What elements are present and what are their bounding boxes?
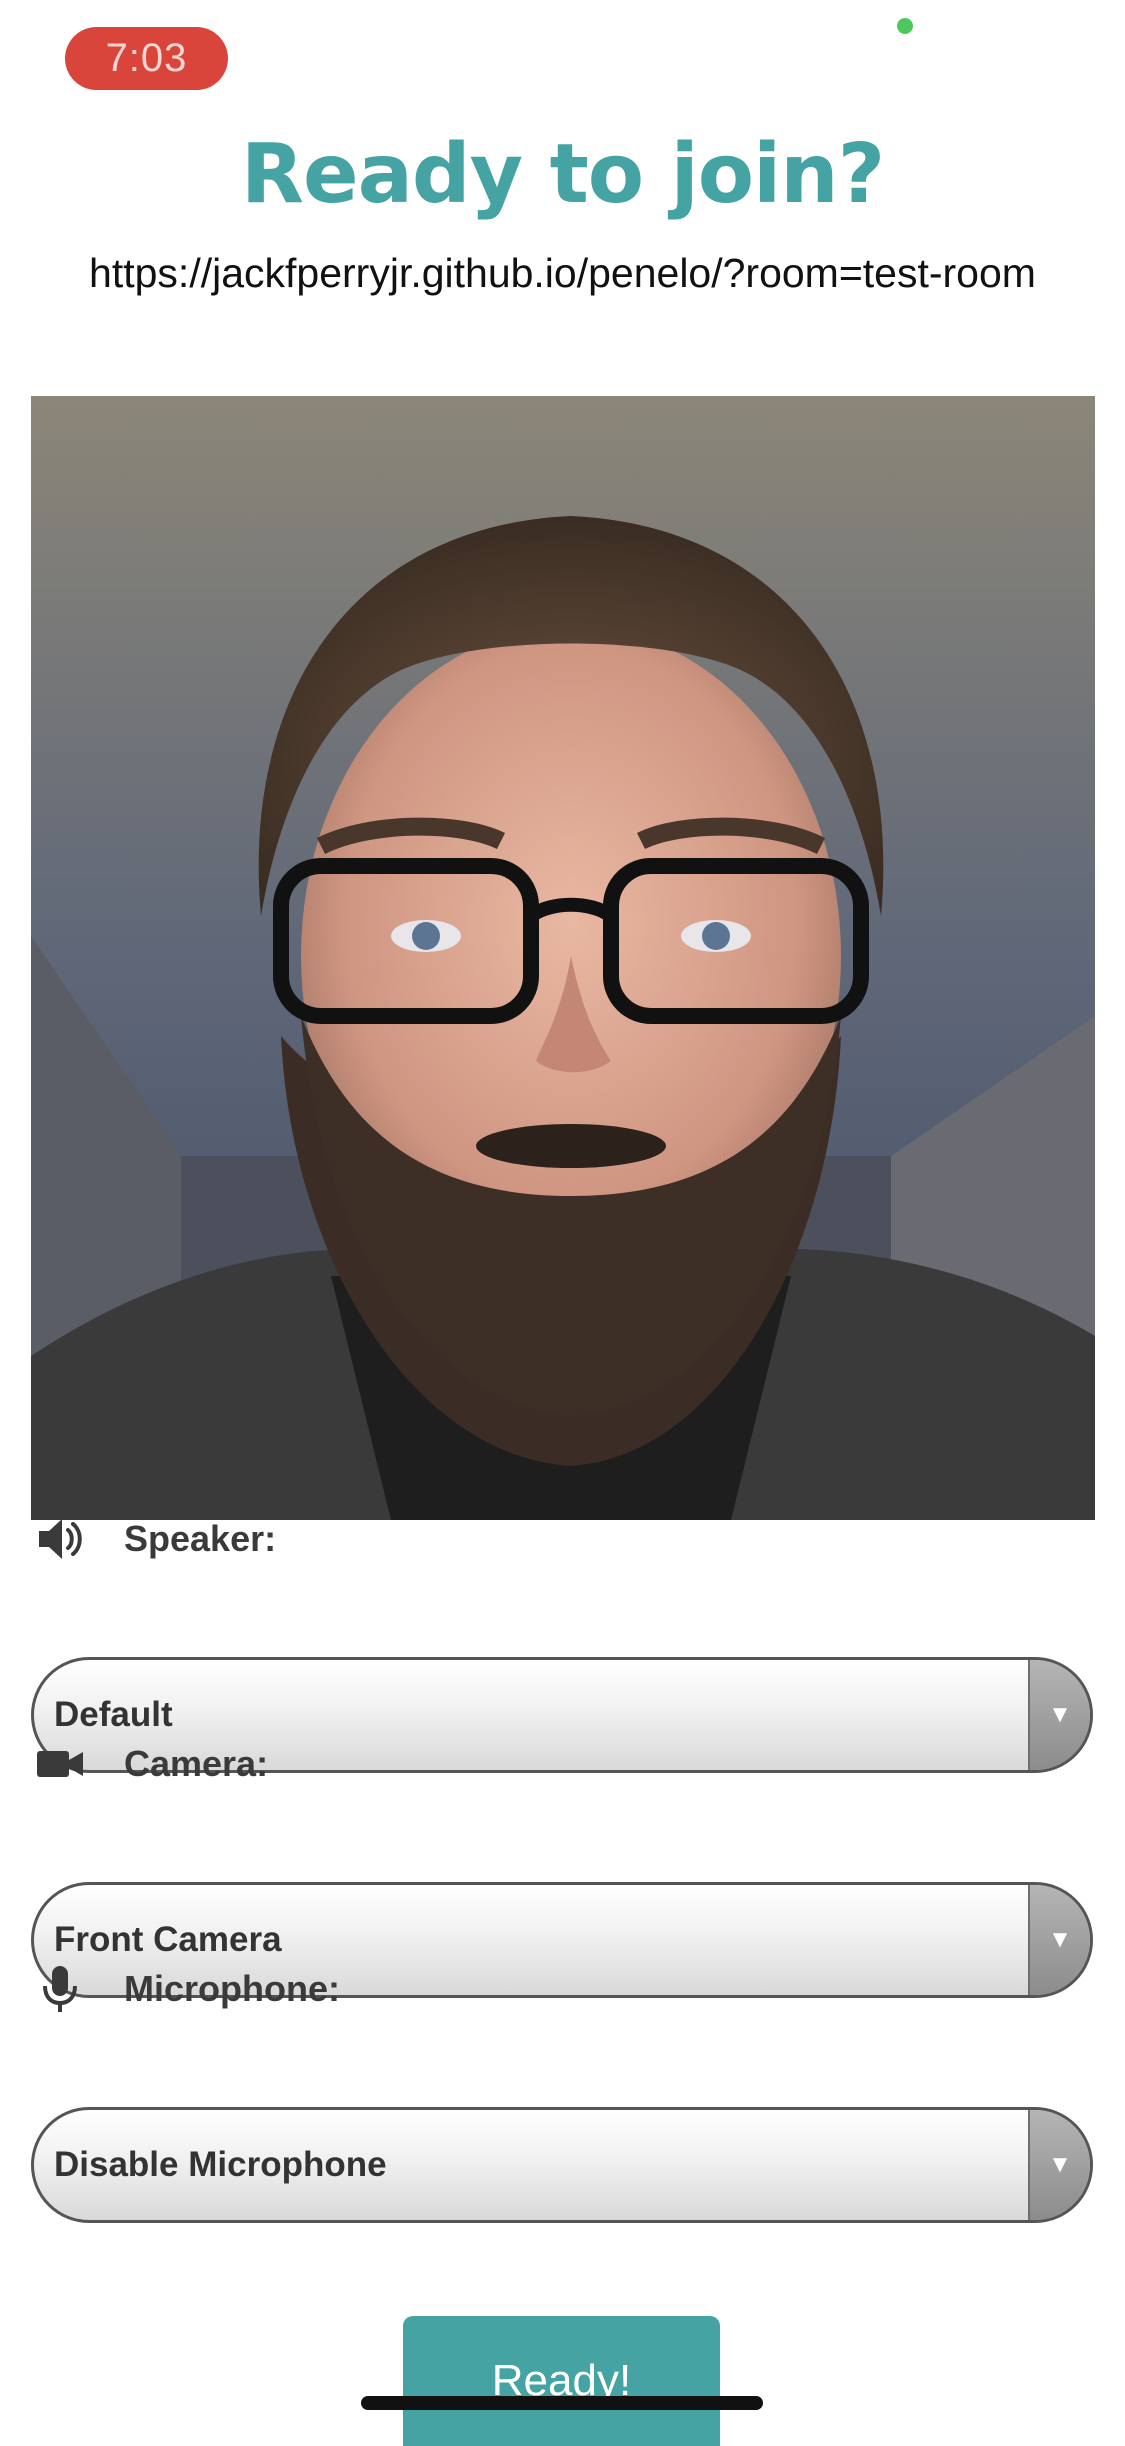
page-title: Ready to join? [240, 127, 885, 222]
speaker-icon [35, 1513, 87, 1565]
chevron-down-icon[interactable]: ▼ [1028, 1660, 1090, 1770]
chevron-down-icon[interactable]: ▼ [1028, 2110, 1090, 2220]
microphone-icon [35, 1963, 87, 2015]
home-indicator[interactable] [361, 2396, 763, 2410]
chevron-down-icon[interactable]: ▼ [1028, 1885, 1090, 1995]
camera-in-use-indicator [897, 18, 913, 34]
microphone-select[interactable]: Disable Microphone ▼ [31, 2107, 1093, 2223]
room-url: https://jackfperryjr.github.io/penelo/?r… [89, 250, 1036, 296]
camera-label-row: Camera: [35, 1736, 268, 1792]
microphone-label: Microphone: [124, 1968, 340, 2009]
camera-label: Camera: [124, 1743, 269, 1784]
microphone-selected-value: Disable Microphone [54, 2145, 387, 2184]
camera-preview [31, 396, 1095, 1520]
status-bar: 7:03 [0, 0, 1125, 120]
status-time[interactable]: 7:03 [65, 27, 228, 90]
speaker-label: Speaker: [124, 1518, 277, 1559]
camera-preview-image [31, 396, 1095, 1520]
video-camera-icon [35, 1738, 87, 1790]
speaker-label-row: Speaker: [35, 1511, 276, 1567]
ready-button[interactable]: Ready! [403, 2316, 720, 2446]
microphone-label-row: Microphone: [35, 1961, 340, 2017]
